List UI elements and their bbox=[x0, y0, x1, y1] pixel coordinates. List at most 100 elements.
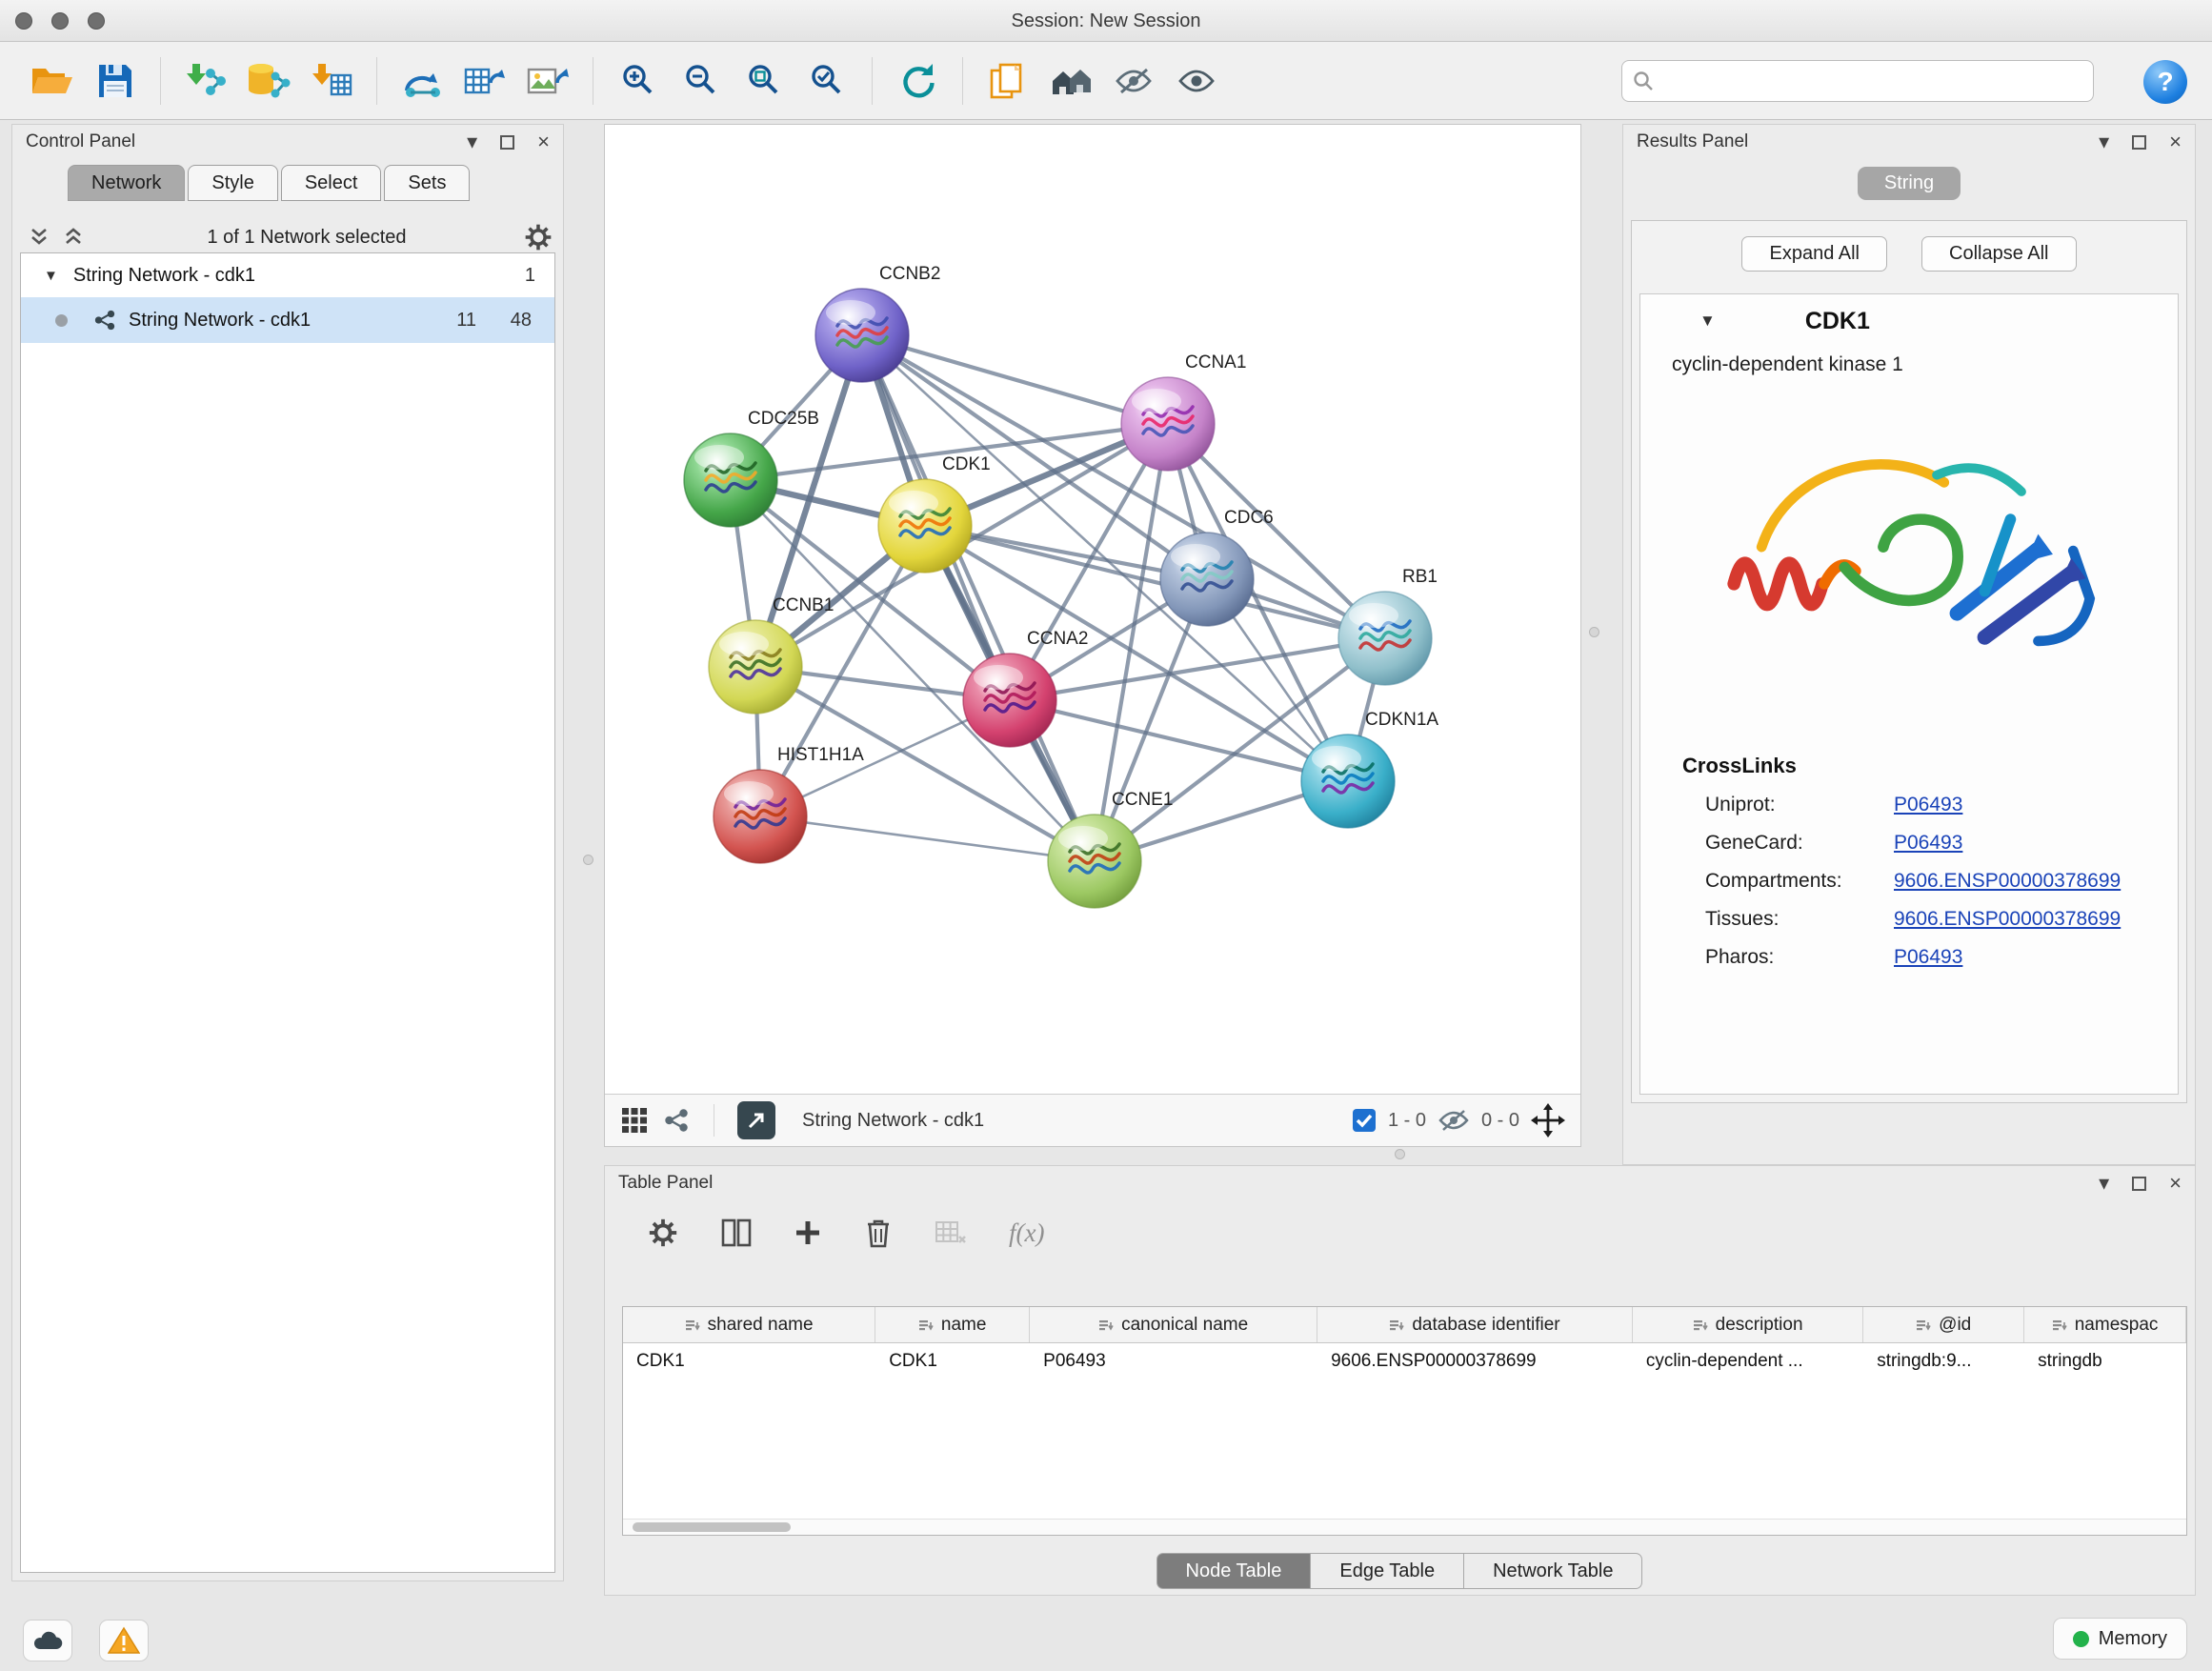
save-session-button[interactable] bbox=[89, 52, 142, 110]
show-columns-icon[interactable] bbox=[721, 1218, 752, 1247]
column-header-database-identifier[interactable]: database identifier bbox=[1317, 1307, 1633, 1342]
column-header-shared-name[interactable]: shared name bbox=[623, 1307, 875, 1342]
hidden-elements-icon[interactable] bbox=[1438, 1108, 1470, 1133]
table-cell[interactable]: 9606.ENSP00000378699 bbox=[1317, 1351, 1633, 1372]
tab-select[interactable]: Select bbox=[281, 165, 382, 201]
pan-icon[interactable] bbox=[1531, 1103, 1565, 1137]
table-row[interactable]: CDK1CDK1P064939606.ENSP00000378699cyclin… bbox=[623, 1343, 2186, 1379]
panel-float-icon[interactable] bbox=[500, 135, 514, 150]
tab-node-table[interactable]: Node Table bbox=[1156, 1553, 1312, 1589]
gene-card-header[interactable]: ▼ CDK1 bbox=[1640, 294, 2178, 348]
panel-float-icon[interactable] bbox=[2132, 1177, 2146, 1191]
table-cell[interactable]: CDK1 bbox=[875, 1351, 1030, 1372]
network-node-ccna1[interactable]: CCNA1 bbox=[1121, 352, 1246, 471]
network-node-rb1[interactable]: RB1 bbox=[1338, 567, 1438, 685]
gene-description: cyclin-dependent kinase 1 bbox=[1672, 353, 2178, 376]
cloud-status-button[interactable] bbox=[23, 1620, 72, 1661]
search-field[interactable] bbox=[1621, 60, 2094, 102]
help-button[interactable]: ? bbox=[2143, 60, 2187, 104]
table-cell[interactable]: CDK1 bbox=[623, 1351, 875, 1372]
panel-menu-icon[interactable]: ▾ bbox=[467, 131, 477, 152]
fit-content-button[interactable] bbox=[737, 52, 791, 110]
tab-network-table[interactable]: Network Table bbox=[1463, 1553, 1642, 1589]
zoom-in-button[interactable] bbox=[612, 52, 665, 110]
expand-all-icon[interactable] bbox=[62, 227, 85, 248]
fit-selected-button[interactable] bbox=[800, 52, 854, 110]
zoom-out-button[interactable] bbox=[674, 52, 728, 110]
delete-column-icon[interactable] bbox=[864, 1217, 893, 1249]
splitter-handle[interactable] bbox=[1395, 1149, 1405, 1159]
column-header-name[interactable]: name bbox=[875, 1307, 1030, 1342]
collapse-all-button[interactable]: Collapse All bbox=[1921, 236, 2077, 272]
crosslink-link[interactable]: P06493 bbox=[1894, 946, 1962, 969]
scrollbar-thumb[interactable] bbox=[633, 1522, 791, 1532]
tree-expander-icon[interactable]: ▼ bbox=[44, 268, 58, 284]
window-minimize-button[interactable] bbox=[51, 12, 69, 30]
tab-sets[interactable]: Sets bbox=[384, 165, 470, 201]
network-node-cdc25b[interactable]: CDC25B bbox=[684, 409, 819, 527]
show-all-button[interactable] bbox=[1170, 52, 1223, 110]
new-network-from-selection-button[interactable] bbox=[395, 52, 449, 110]
sort-column-icon bbox=[1389, 1319, 1404, 1332]
tab-edge-table[interactable]: Edge Table bbox=[1310, 1553, 1464, 1589]
network-overview-icon[interactable] bbox=[662, 1106, 691, 1135]
tab-string[interactable]: String bbox=[1858, 167, 1961, 200]
collapse-all-icon[interactable] bbox=[28, 227, 50, 248]
crosslink-link[interactable]: P06493 bbox=[1894, 794, 1962, 816]
table-panel: Table Panel ▾ × f(x) shared namenamecano… bbox=[604, 1165, 2196, 1596]
column-header-canonical-name[interactable]: canonical name bbox=[1030, 1307, 1317, 1342]
warnings-button[interactable] bbox=[99, 1620, 149, 1661]
home-button[interactable] bbox=[1044, 52, 1097, 110]
tab-style[interactable]: Style bbox=[188, 165, 277, 201]
import-table-from-file-button[interactable] bbox=[305, 52, 358, 110]
network-node-hist1h1a[interactable]: HIST1H1A bbox=[714, 745, 864, 863]
add-column-icon[interactable] bbox=[794, 1218, 822, 1247]
splitter-handle[interactable] bbox=[1589, 627, 1599, 637]
table-cell[interactable]: stringdb:9... bbox=[1863, 1351, 2024, 1372]
memory-button[interactable]: Memory bbox=[2053, 1618, 2187, 1660]
crosslink-link[interactable]: 9606.ENSP00000378699 bbox=[1894, 908, 2121, 931]
crosslinks-heading: CrossLinks bbox=[1682, 754, 2178, 778]
crosslink-row: GeneCard:P06493 bbox=[1705, 832, 2178, 855]
export-table-button[interactable] bbox=[458, 52, 512, 110]
table-cell[interactable]: stringdb bbox=[2024, 1351, 2186, 1372]
selected-nodes-checkbox-icon[interactable] bbox=[1352, 1108, 1377, 1133]
open-session-button[interactable] bbox=[26, 52, 79, 110]
section-expander-icon[interactable]: ▼ bbox=[1699, 312, 1716, 331]
network-canvas[interactable]: CCNB2CCNA1CDC25BCDK1CDC6RB1CCNB1CCNA2CDK… bbox=[605, 125, 1580, 1094]
options-gear-icon[interactable] bbox=[523, 222, 553, 252]
network-node-ccnb2[interactable]: CCNB2 bbox=[815, 264, 940, 382]
horizontal-scrollbar[interactable] bbox=[623, 1519, 2186, 1535]
table-cell[interactable]: P06493 bbox=[1030, 1351, 1317, 1372]
panel-close-icon[interactable]: × bbox=[537, 131, 550, 152]
table-cell[interactable]: cyclin-dependent ... bbox=[1633, 1351, 1863, 1372]
crosslink-link[interactable]: 9606.ENSP00000378699 bbox=[1894, 870, 2121, 893]
import-network-from-database-button[interactable] bbox=[242, 52, 295, 110]
table-options-gear-icon[interactable] bbox=[647, 1217, 679, 1249]
panel-close-icon[interactable]: × bbox=[2169, 1173, 2182, 1194]
export-image-button[interactable] bbox=[521, 52, 574, 110]
network-collection-row[interactable]: ▼ String Network - cdk1 1 bbox=[21, 253, 554, 297]
panel-menu-icon[interactable]: ▾ bbox=[2099, 131, 2109, 152]
column-header--id[interactable]: @id bbox=[1863, 1307, 2024, 1342]
panel-float-icon[interactable] bbox=[2132, 135, 2146, 150]
panel-menu-icon[interactable]: ▾ bbox=[2099, 1173, 2109, 1194]
import-network-from-file-button[interactable] bbox=[179, 52, 232, 110]
column-header-description[interactable]: description bbox=[1633, 1307, 1863, 1342]
function-builder-button[interactable]: f(x) bbox=[1009, 1218, 1044, 1248]
window-zoom-button[interactable] bbox=[88, 12, 105, 30]
grid-view-icon[interactable] bbox=[620, 1106, 649, 1135]
panel-close-icon[interactable]: × bbox=[2169, 131, 2182, 152]
window-close-button[interactable] bbox=[15, 12, 32, 30]
splitter-handle[interactable] bbox=[583, 855, 593, 865]
hide-selected-button[interactable] bbox=[1107, 52, 1160, 110]
birdseye-toggle-button[interactable] bbox=[737, 1101, 775, 1139]
search-input[interactable] bbox=[1662, 70, 2093, 92]
crosslink-link[interactable]: P06493 bbox=[1894, 832, 1962, 855]
refresh-button[interactable] bbox=[891, 52, 944, 110]
column-header-namespac[interactable]: namespac bbox=[2024, 1307, 2186, 1342]
expand-all-button[interactable]: Expand All bbox=[1741, 236, 1887, 272]
network-row[interactable]: String Network - cdk1 11 48 bbox=[21, 297, 554, 343]
tab-network[interactable]: Network bbox=[68, 165, 185, 201]
copy-style-button[interactable] bbox=[981, 52, 1035, 110]
